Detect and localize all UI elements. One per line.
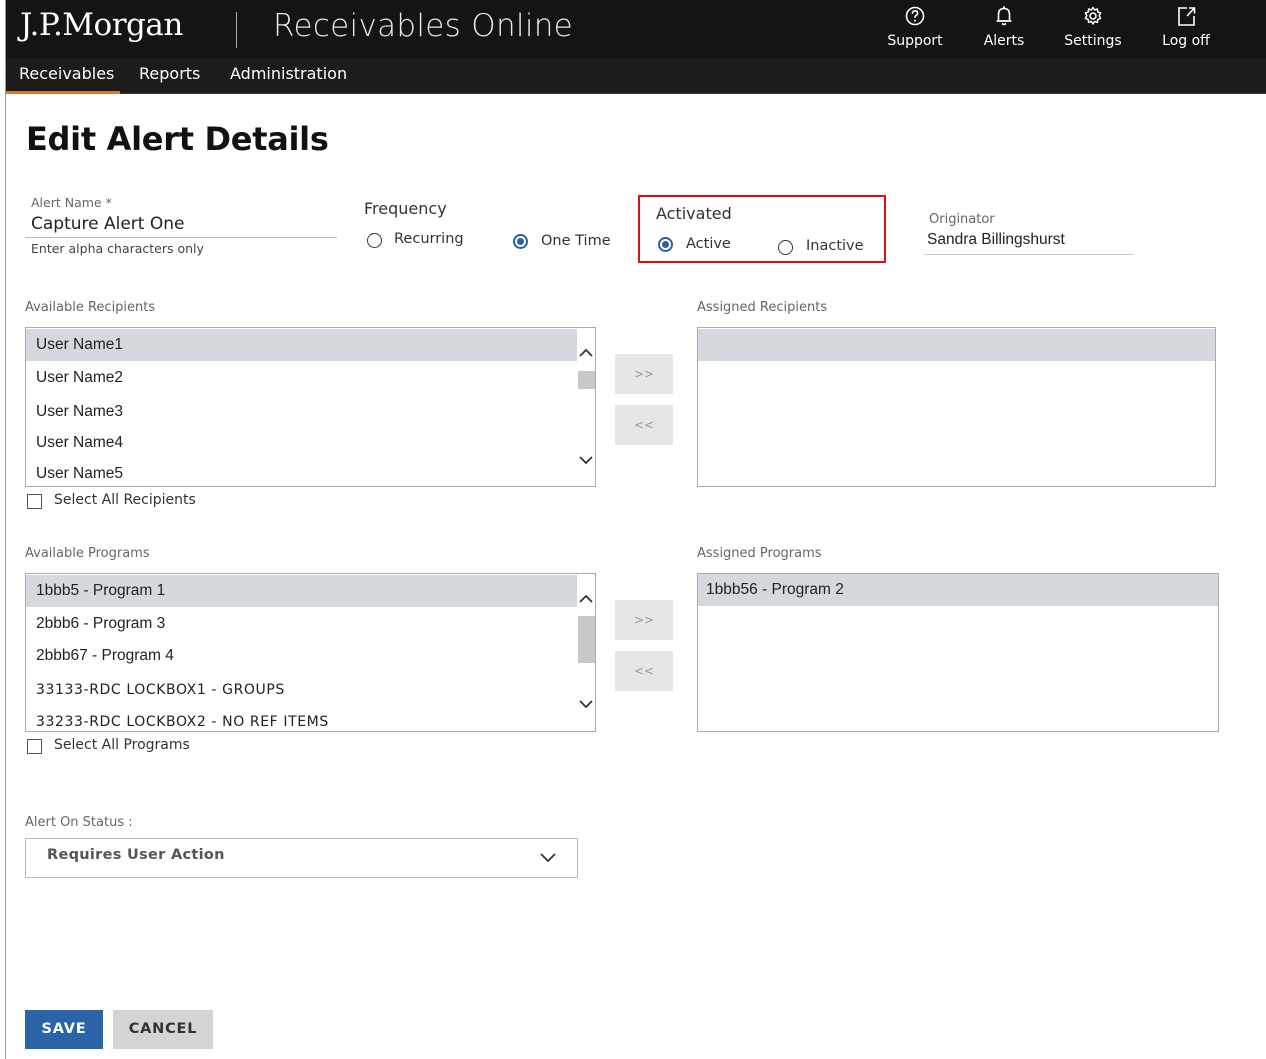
- frequency-recurring-label: Recurring: [394, 231, 464, 247]
- frequency-one-time-label: One Time: [541, 233, 611, 249]
- help-circle-icon: [880, 4, 950, 32]
- nav-receivables[interactable]: Receivables: [19, 64, 114, 83]
- assigned-programs-list[interactable]: 1bbb56 - Program 2: [697, 573, 1219, 732]
- bell-icon: [969, 4, 1039, 32]
- alert-name-input[interactable]: Capture Alert One: [31, 214, 184, 234]
- frequency-one-time-radio[interactable]: [513, 234, 528, 249]
- programs-scrollbar[interactable]: [577, 574, 595, 731]
- scroll-up-icon[interactable]: [577, 591, 595, 609]
- select-all-recipients-checkbox[interactable]: [27, 494, 42, 509]
- list-item[interactable]: 2bbb6 - Program 3: [26, 608, 595, 640]
- list-item[interactable]: User Name5: [26, 458, 595, 486]
- available-recipients-list[interactable]: User Name1 User Name2 User Name3 User Na…: [25, 327, 596, 487]
- scroll-down-icon[interactable]: [577, 452, 595, 470]
- remove-program-button[interactable]: <<: [615, 651, 673, 691]
- add-recipient-button[interactable]: >>: [615, 354, 673, 394]
- scroll-up-icon[interactable]: [577, 345, 595, 363]
- gear-icon: [1058, 4, 1128, 32]
- window-edge: [0, 0, 6, 1059]
- list-item[interactable]: 2bbb67 - Program 4: [26, 640, 595, 672]
- recipients-scrollbar[interactable]: [577, 328, 595, 486]
- activated-inactive-label: Inactive: [806, 238, 864, 254]
- list-item[interactable]: User Name3: [26, 396, 595, 428]
- originator-value: Sandra Billingshurst: [927, 231, 1065, 248]
- frequency-recurring-radio[interactable]: [367, 233, 382, 248]
- alerts-button[interactable]: Alerts: [969, 4, 1039, 49]
- cancel-button[interactable]: CANCEL: [113, 1010, 213, 1049]
- frequency-label: Frequency: [364, 199, 447, 218]
- scroll-down-icon[interactable]: [577, 696, 595, 714]
- support-label: Support: [887, 33, 943, 49]
- list-item[interactable]: User Name2: [26, 362, 595, 394]
- alert-status-label: Alert On Status :: [25, 815, 133, 830]
- alert-status-select[interactable]: Requires User Action: [25, 838, 578, 878]
- remove-recipient-button[interactable]: <<: [615, 405, 673, 445]
- app-title: Receivables Online: [273, 8, 574, 44]
- select-all-recipients-label: Select All Recipients: [54, 492, 196, 508]
- settings-button[interactable]: Settings: [1058, 4, 1128, 49]
- nav-active-indicator: [6, 91, 120, 94]
- available-recipients-label: Available Recipients: [25, 300, 156, 315]
- list-item[interactable]: 33233-RDC LOCKBOX2 - NO REF ITEMS: [26, 706, 595, 731]
- settings-label: Settings: [1064, 33, 1122, 49]
- alert-status-value: Requires User Action: [47, 847, 225, 863]
- assigned-programs-label: Assigned Programs: [697, 546, 822, 561]
- scroll-thumb[interactable]: [578, 616, 595, 663]
- available-programs-label: Available Programs: [25, 546, 150, 561]
- list-item[interactable]: User Name4: [26, 427, 595, 459]
- alert-name-hint: Enter alpha characters only: [31, 241, 204, 256]
- originator-underline: [924, 254, 1134, 255]
- brand-logo: J.P.Morgan: [20, 7, 183, 43]
- chevron-down-icon: [539, 848, 557, 870]
- select-all-programs-label: Select All Programs: [54, 737, 190, 753]
- list-item-empty: [698, 329, 1215, 361]
- originator-label: Originator: [929, 212, 995, 227]
- activated-inactive-radio[interactable]: [778, 240, 793, 255]
- list-item[interactable]: 1bbb5 - Program 1: [26, 575, 595, 607]
- log-off-button[interactable]: Log off: [1151, 4, 1221, 49]
- support-button[interactable]: Support: [880, 4, 950, 49]
- external-link-icon: [1151, 4, 1221, 32]
- alert-name-label: Alert Name *: [31, 195, 112, 210]
- list-item[interactable]: User Name1: [26, 329, 595, 361]
- activated-active-radio[interactable]: [658, 237, 673, 252]
- activated-active-label: Active: [686, 236, 731, 252]
- add-program-button[interactable]: >>: [615, 600, 673, 640]
- nav-reports[interactable]: Reports: [139, 64, 200, 83]
- alert-name-underline: [25, 237, 337, 238]
- select-all-programs-checkbox[interactable]: [27, 739, 42, 754]
- assigned-recipients-label: Assigned Recipients: [697, 300, 828, 315]
- available-programs-list[interactable]: 1bbb5 - Program 1 2bbb6 - Program 3 2bbb…: [25, 573, 596, 732]
- list-item[interactable]: 33133-RDC LOCKBOX1 - GROUPS: [26, 674, 595, 706]
- alerts-label: Alerts: [983, 33, 1025, 49]
- header-divider: [236, 12, 237, 48]
- scroll-thumb[interactable]: [578, 371, 595, 389]
- assigned-recipients-list[interactable]: [697, 327, 1216, 487]
- log-off-label: Log off: [1162, 33, 1210, 49]
- save-button[interactable]: SAVE: [25, 1010, 103, 1049]
- list-item[interactable]: 1bbb56 - Program 2: [698, 574, 1218, 606]
- activated-label: Activated: [656, 204, 732, 223]
- page-title: Edit Alert Details: [26, 120, 329, 158]
- nav-administration[interactable]: Administration: [230, 64, 347, 83]
